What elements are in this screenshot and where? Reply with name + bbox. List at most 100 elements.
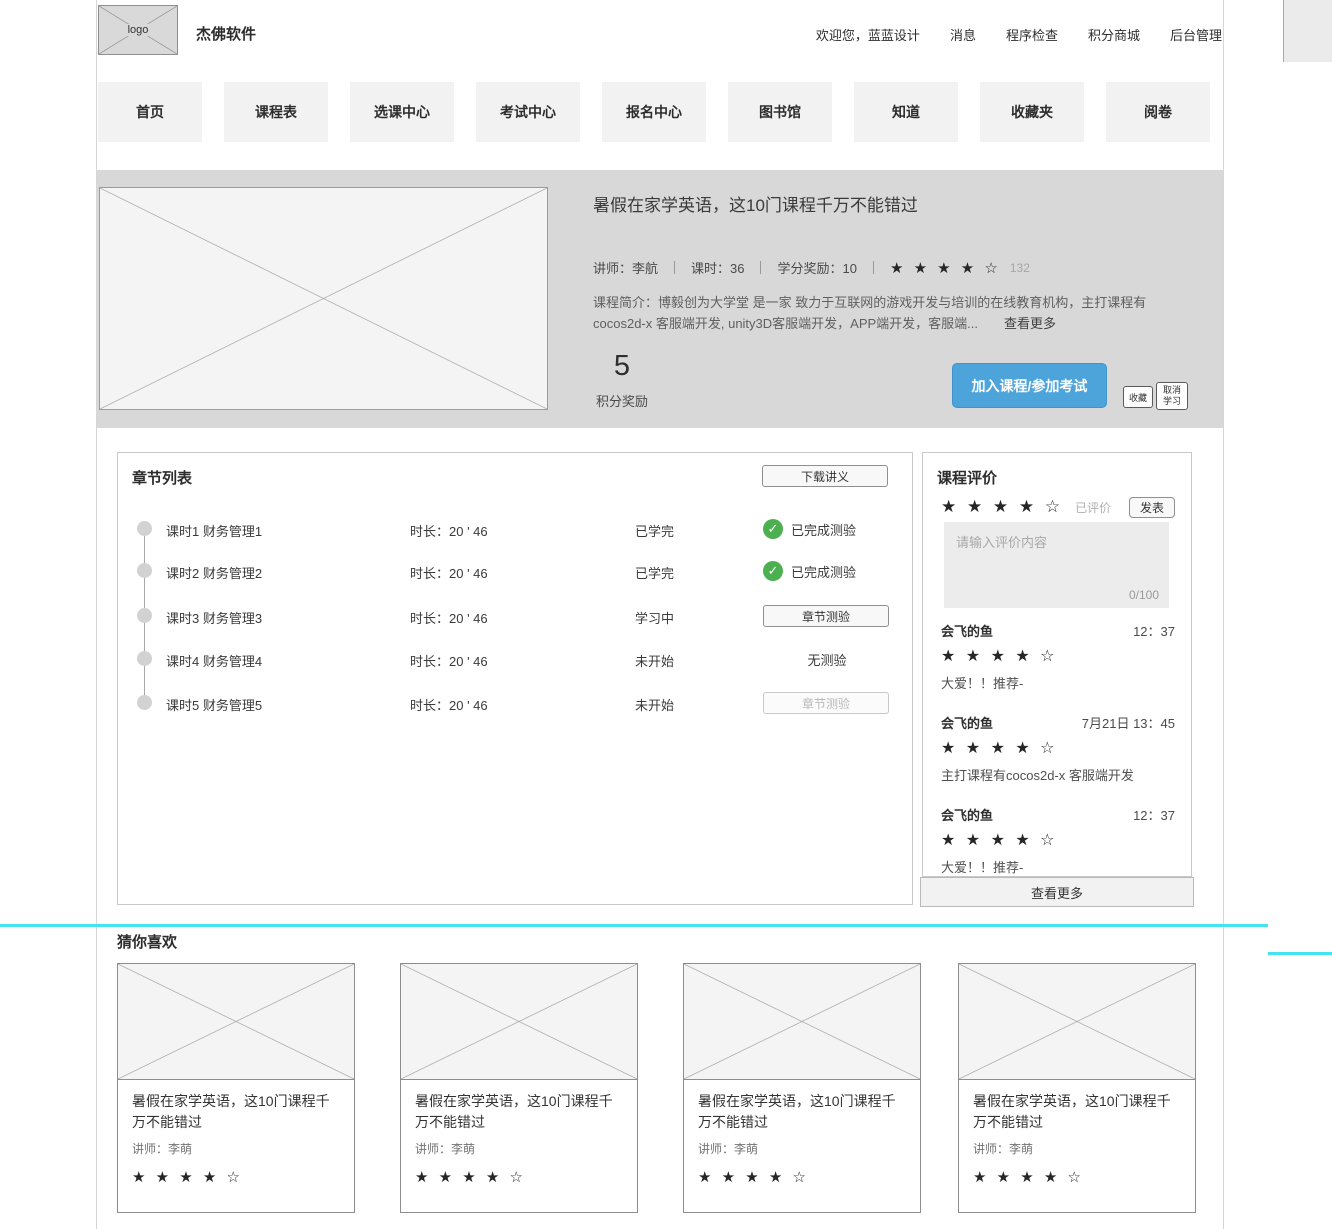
review-item: 会飞的鱼 12：37 ★ ★ ★ ★ ☆ 大爱！！推荐-	[941, 805, 1175, 876]
chapter-quiz-button-disabled[interactable]: 章节测验	[763, 692, 889, 714]
review-comment: 大爱！！推荐-	[941, 673, 1175, 692]
card-teacher: 讲师：李萌	[415, 1140, 623, 1157]
points-block: 5 积分奖励	[587, 350, 657, 410]
nav-item-home[interactable]: 首页	[98, 82, 202, 142]
card-title: 暑假在家学英语，这10门课程千万不能错过	[698, 1091, 906, 1133]
chapter-row: 课时4 财务管理4 时长：20 ' 46 未开始 无测验	[118, 648, 912, 670]
lesson-status: 学习中	[635, 608, 674, 627]
logo-label: logo	[125, 24, 152, 36]
review-comment: 主打课程有cocos2d-x 客服端开发	[941, 765, 1175, 784]
favorite-button[interactable]: 收藏	[1123, 386, 1153, 408]
reviewer-name: 会飞的鱼	[941, 805, 993, 824]
cyan-guide-line	[0, 924, 1268, 927]
nav-item-course-center[interactable]: 选课中心	[350, 82, 454, 142]
lesson-duration: 时长：20 ' 46	[410, 521, 488, 540]
card-image-placeholder	[118, 964, 354, 1080]
header-link-points-mall[interactable]: 积分商城	[1088, 25, 1140, 44]
card-image-placeholder	[684, 964, 920, 1080]
course-credits: 学分奖励：10	[777, 258, 856, 277]
nav-item-exam-center[interactable]: 考试中心	[476, 82, 580, 142]
header-link-program-check[interactable]: 程序检查	[1006, 25, 1058, 44]
card-title: 暑假在家学英语，这10门课程千万不能错过	[973, 1091, 1181, 1133]
lesson-action: 章节测验	[763, 692, 891, 714]
cyan-guide-line	[1268, 952, 1332, 955]
course-hero: 暑假在家学英语，这10门课程千万不能错过 讲师：李航 课时：36 学分奖励：10…	[97, 170, 1223, 428]
suggest-card[interactable]: 暑假在家学英语，这10门课程千万不能错过 讲师：李萌 ★ ★ ★ ★ ☆	[117, 963, 355, 1213]
header-link-messages[interactable]: 消息	[950, 25, 976, 44]
nav-item-register-center[interactable]: 报名中心	[602, 82, 706, 142]
card-teacher: 讲师：李萌	[698, 1140, 906, 1157]
nav-item-know[interactable]: 知道	[854, 82, 958, 142]
suggest-card[interactable]: 暑假在家学英语，这10门课程千万不能错过 讲师：李萌 ★ ★ ★ ★ ☆	[400, 963, 638, 1213]
review-item: 会飞的鱼 7月21日 13：45 ★ ★ ★ ★ ☆ 主打课程有cocos2d-…	[941, 713, 1175, 784]
card-teacher: 讲师：李萌	[973, 1140, 1181, 1157]
review-time: 12：37	[1133, 621, 1175, 640]
header-links: 欢迎您，蓝蓝设计 消息 程序检查 积分商城 后台管理	[816, 25, 1222, 44]
lesson-name: 课时4 财务管理4	[166, 651, 262, 670]
chapter-quiz-button[interactable]: 章节测验	[763, 605, 889, 627]
my-rating-row: ★ ★ ★ ★ ☆ 已评价 发表	[941, 497, 1175, 517]
chapter-row: 课时1 财务管理1 时长：20 ' 46 已学完 ✓ 已完成测验	[118, 518, 912, 540]
lesson-status: 未开始	[635, 651, 674, 670]
course-review-panel: 课程评价 ★ ★ ★ ★ ☆ 已评价 发表 0/100 会飞的鱼 12：37 ★…	[922, 452, 1192, 877]
card-stars: ★ ★ ★ ★ ☆	[973, 1168, 1181, 1186]
lesson-status: 已学完	[635, 521, 674, 540]
course-rating-stars: ★ ★ ★ ★ ☆	[890, 259, 1001, 277]
publish-review-button[interactable]: 发表	[1129, 497, 1175, 518]
nav-item-schedule[interactable]: 课程表	[224, 82, 328, 142]
lesson-duration: 时长：20 ' 46	[410, 695, 488, 714]
course-image-placeholder	[99, 187, 548, 410]
course-intro-text: 课程简介：博毅创为大学堂 是一家 致力于互联网的游戏开发与培训的在线教育机构，主…	[593, 295, 1146, 331]
nav-item-grading[interactable]: 阅卷	[1106, 82, 1210, 142]
check-icon: ✓	[763, 519, 783, 539]
course-more-link[interactable]: 查看更多	[1004, 316, 1056, 331]
points-value: 5	[587, 350, 657, 383]
nav-item-library[interactable]: 图书馆	[728, 82, 832, 142]
meta-divider	[873, 261, 874, 274]
lesson-action: ✓ 已完成测验	[763, 518, 891, 540]
brand-title: 杰佛软件	[196, 23, 256, 44]
suggest-card[interactable]: 暑假在家学英语，这10门课程千万不能错过 讲师：李萌 ★ ★ ★ ★ ☆	[683, 963, 921, 1213]
lesson-duration: 时长：20 ' 46	[410, 651, 488, 670]
char-counter: 0/100	[1129, 588, 1159, 602]
logo-placeholder: logo	[98, 5, 178, 55]
card-stars: ★ ★ ★ ★ ☆	[132, 1168, 340, 1186]
review-input-box: 0/100	[944, 522, 1169, 608]
reviewer-name: 会飞的鱼	[941, 621, 993, 640]
chapter-list-title: 章节列表	[132, 467, 192, 488]
review-panel-title: 课程评价	[937, 467, 997, 488]
review-time: 12：37	[1133, 805, 1175, 824]
card-stars: ★ ★ ★ ★ ☆	[415, 1168, 623, 1186]
meta-divider	[760, 261, 761, 274]
lesson-name: 课时1 财务管理1	[166, 521, 262, 540]
card-title: 暑假在家学英语，这10门课程千万不能错过	[415, 1091, 623, 1133]
join-course-button[interactable]: 加入课程/参加考试	[952, 363, 1107, 408]
view-more-reviews-button[interactable]: 查看更多	[920, 877, 1194, 907]
header-link-admin[interactable]: 后台管理	[1170, 25, 1222, 44]
course-intro: 课程简介：博毅创为大学堂 是一家 致力于互联网的游戏开发与培训的在线教育机构，主…	[593, 292, 1189, 335]
suggest-section-title: 猜你喜欢	[117, 931, 177, 952]
my-rating-stars[interactable]: ★ ★ ★ ★ ☆	[941, 497, 1063, 517]
download-handout-button[interactable]: 下载讲义	[762, 465, 888, 487]
lesson-action: ✓ 已完成测验	[763, 560, 891, 582]
lesson-name: 课时3 财务管理3	[166, 608, 262, 627]
review-stars: ★ ★ ★ ★ ☆	[941, 738, 1175, 758]
nav-item-favorites[interactable]: 收藏夹	[980, 82, 1084, 142]
review-comment: 大爱！！推荐-	[941, 857, 1175, 876]
rated-label: 已评价	[1075, 499, 1111, 516]
main-nav: 首页 课程表 选课中心 考试中心 报名中心 图书馆 知道 收藏夹 阅卷	[98, 82, 1210, 142]
suggest-card[interactable]: 暑假在家学英语，这10门课程千万不能错过 讲师：李萌 ★ ★ ★ ★ ☆	[958, 963, 1196, 1213]
reviewer-name: 会飞的鱼	[941, 713, 993, 732]
check-icon: ✓	[763, 561, 783, 581]
course-rating-count: 132	[1010, 261, 1030, 275]
chapter-row: 课时2 财务管理2 时长：20 ' 46 已学完 ✓ 已完成测验	[118, 560, 912, 582]
cancel-study-button[interactable]: 取消学习	[1156, 382, 1188, 410]
review-item: 会飞的鱼 12：37 ★ ★ ★ ★ ☆ 大爱！！推荐-	[941, 621, 1175, 692]
card-stars: ★ ★ ★ ★ ☆	[698, 1168, 906, 1186]
welcome-user-text: 欢迎您，蓝蓝设计	[816, 25, 920, 44]
card-teacher: 讲师：李萌	[132, 1140, 340, 1157]
card-image-placeholder	[959, 964, 1195, 1080]
quiz-done-label: 已完成测验	[791, 562, 856, 581]
top-right-canvas-box	[1283, 0, 1332, 62]
lesson-status: 未开始	[635, 695, 674, 714]
